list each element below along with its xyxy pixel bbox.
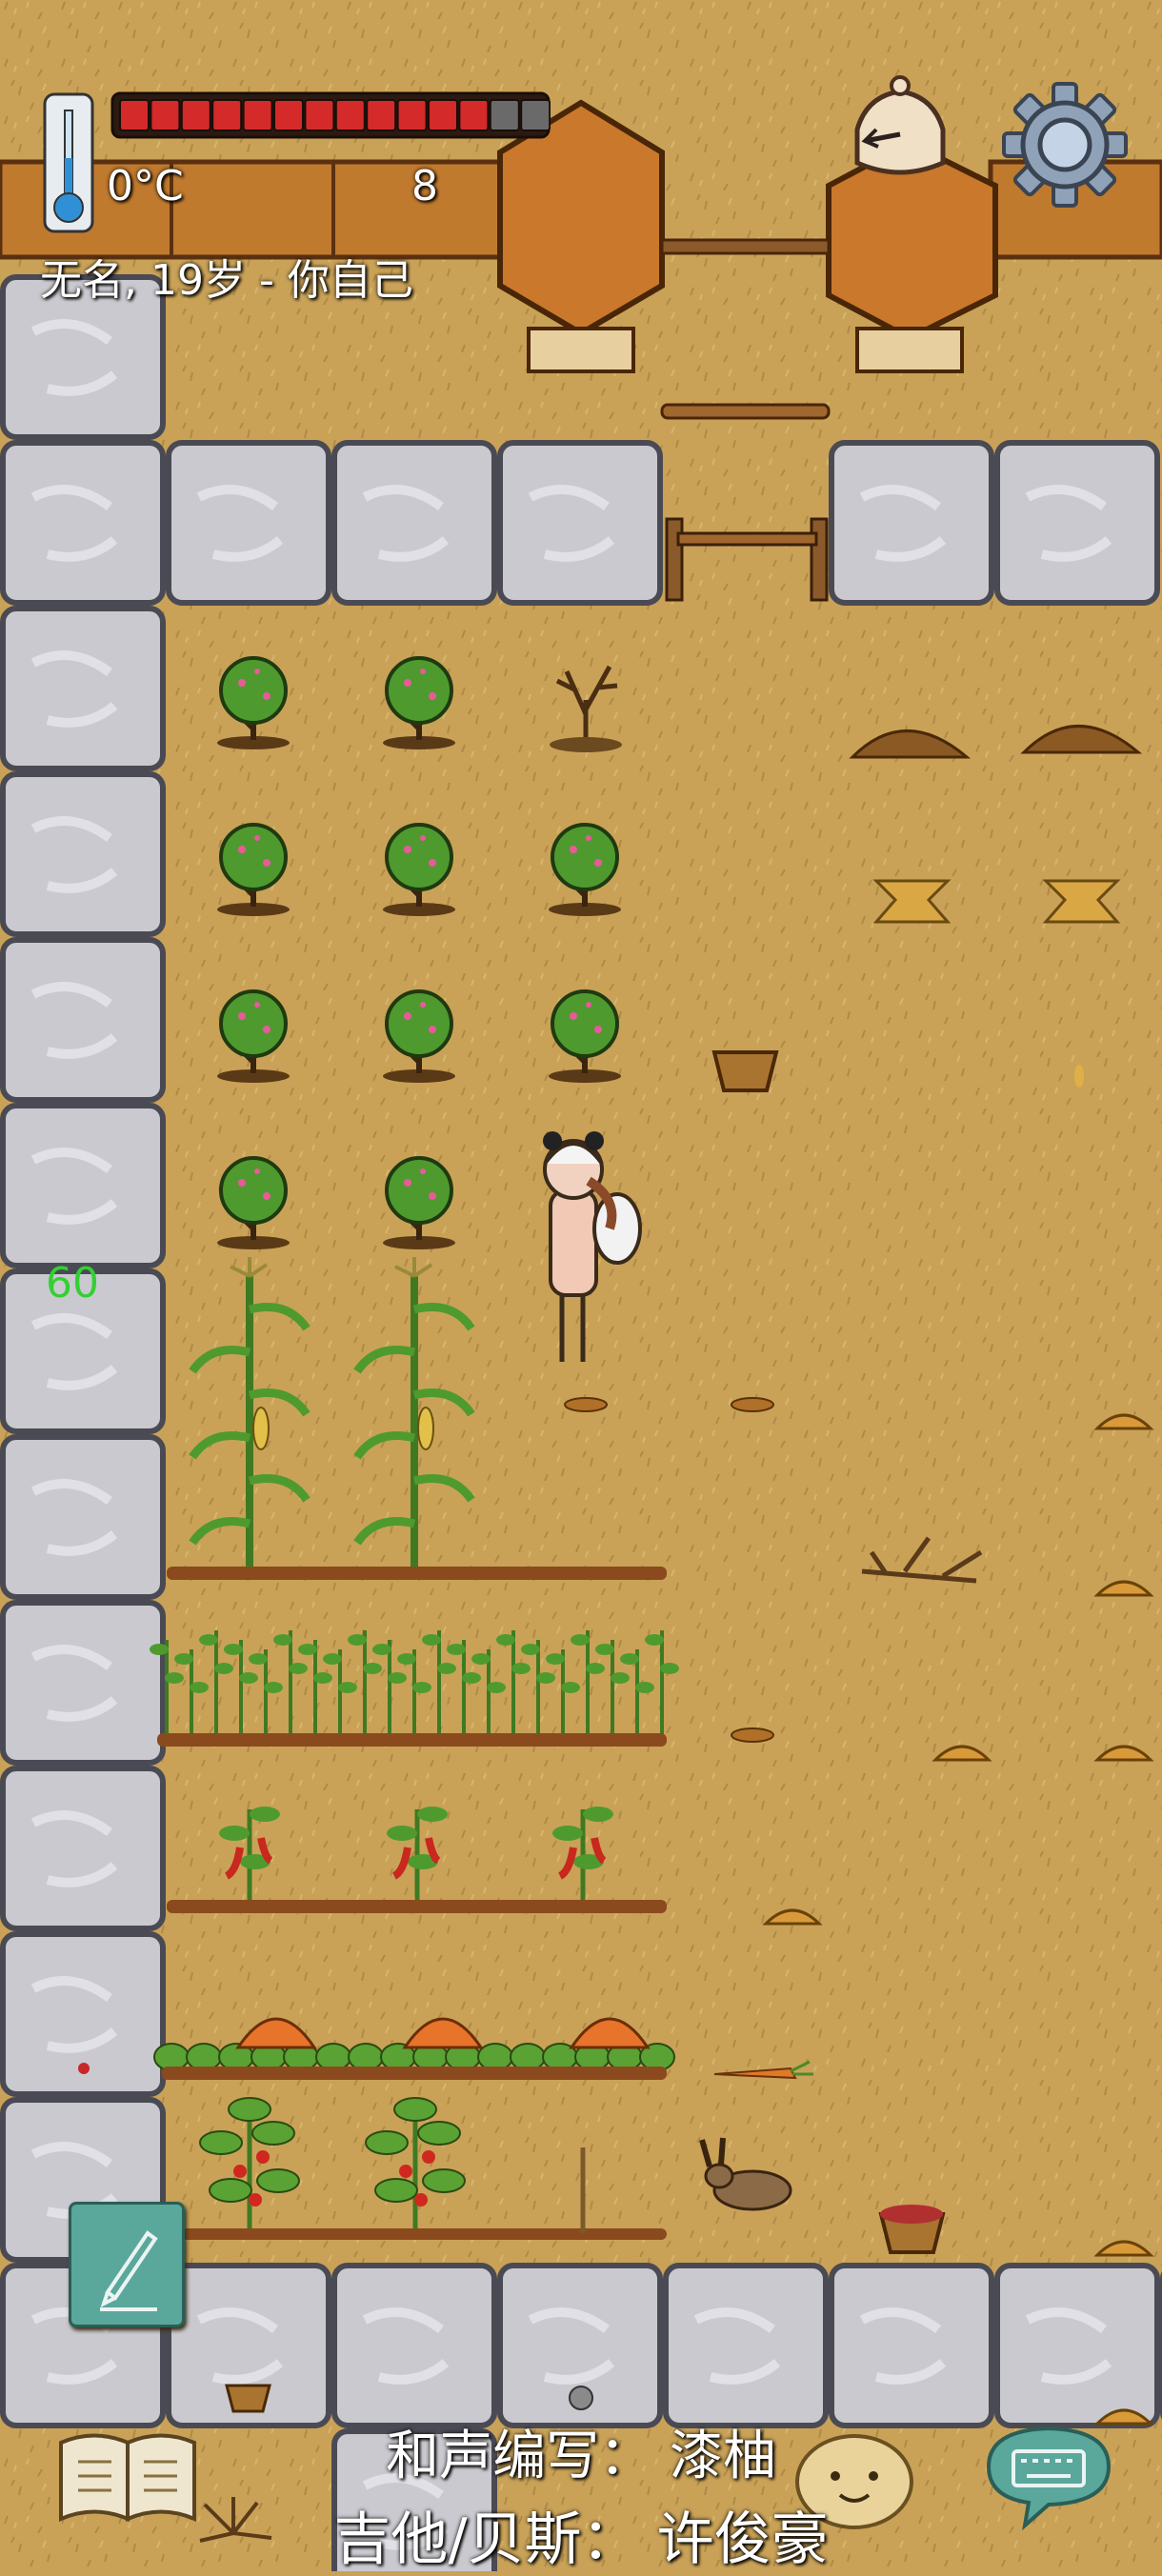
stone-block[interactable] xyxy=(0,771,166,937)
clock-icon[interactable] xyxy=(838,72,962,196)
food-pip-full xyxy=(180,99,211,131)
gate-beam xyxy=(660,238,831,255)
wooden-plank[interactable] xyxy=(660,403,831,420)
food-pip-full xyxy=(396,99,428,131)
dug-hole[interactable] xyxy=(564,1397,608,1412)
gear-icon[interactable] xyxy=(998,78,1132,211)
credits-line-1: 和声编写： 漆柚 xyxy=(386,2426,776,2487)
stone-block[interactable] xyxy=(0,1600,166,1766)
stone-block[interactable] xyxy=(829,440,994,606)
basket[interactable] xyxy=(711,1050,779,1092)
temperature-label: 0°C xyxy=(107,162,184,210)
stone-block[interactable] xyxy=(497,440,663,606)
stone-block[interactable] xyxy=(0,1766,166,1931)
food-pip-full xyxy=(119,99,150,131)
stone-block[interactable] xyxy=(0,1434,166,1600)
food-pip-empty xyxy=(520,99,551,131)
stone-block[interactable] xyxy=(0,606,166,771)
tilled-row xyxy=(167,1567,667,1580)
stone-block[interactable] xyxy=(0,440,166,606)
pencil-icon xyxy=(100,2230,158,2311)
thermometer-icon xyxy=(42,91,95,234)
stone-block[interactable] xyxy=(0,1103,166,1268)
food-pip-full xyxy=(366,99,397,131)
stone-block[interactable] xyxy=(994,2263,1160,2428)
stone-block[interactable] xyxy=(663,2263,829,2428)
tilled-row xyxy=(181,2228,667,2240)
player-name-age: 无名, 19岁 - 你自己 xyxy=(40,256,413,305)
age-floating-number: 60 xyxy=(46,1259,99,1308)
credits-line-2: 吉他/贝斯： 许俊豪 xyxy=(333,2506,829,2573)
stone-block[interactable] xyxy=(0,937,166,1103)
food-pip-full xyxy=(304,99,335,131)
basket[interactable] xyxy=(225,2384,271,2413)
stone-block[interactable] xyxy=(331,2263,497,2428)
food-meter xyxy=(110,91,551,139)
tilled-row xyxy=(167,1900,667,1913)
food-pip-full xyxy=(458,99,490,131)
food-pip-full xyxy=(211,99,243,131)
food-pip-empty xyxy=(489,99,520,131)
game-world[interactable] xyxy=(0,0,1162,2571)
berry[interactable] xyxy=(78,2063,90,2074)
food-count: 8 xyxy=(411,162,438,210)
stone-block[interactable] xyxy=(166,440,331,606)
stone-block[interactable] xyxy=(829,2263,994,2428)
stone-block[interactable] xyxy=(331,440,497,606)
seed[interactable] xyxy=(1074,1065,1084,1088)
food-pip-full xyxy=(334,99,366,131)
pencil-button[interactable] xyxy=(69,2202,185,2327)
tilled-row xyxy=(157,1733,667,1747)
food-pip-full xyxy=(150,99,181,131)
dug-hole[interactable] xyxy=(731,1727,774,1743)
food-pip-full xyxy=(273,99,304,131)
food-pip-full xyxy=(242,99,273,131)
basket-of-berries[interactable] xyxy=(878,2205,946,2254)
dug-hole[interactable] xyxy=(731,1397,774,1412)
round-stone[interactable] xyxy=(569,2386,593,2410)
food-pip-full xyxy=(428,99,458,131)
stone-block[interactable] xyxy=(994,440,1160,606)
tilled-row xyxy=(162,2067,667,2080)
